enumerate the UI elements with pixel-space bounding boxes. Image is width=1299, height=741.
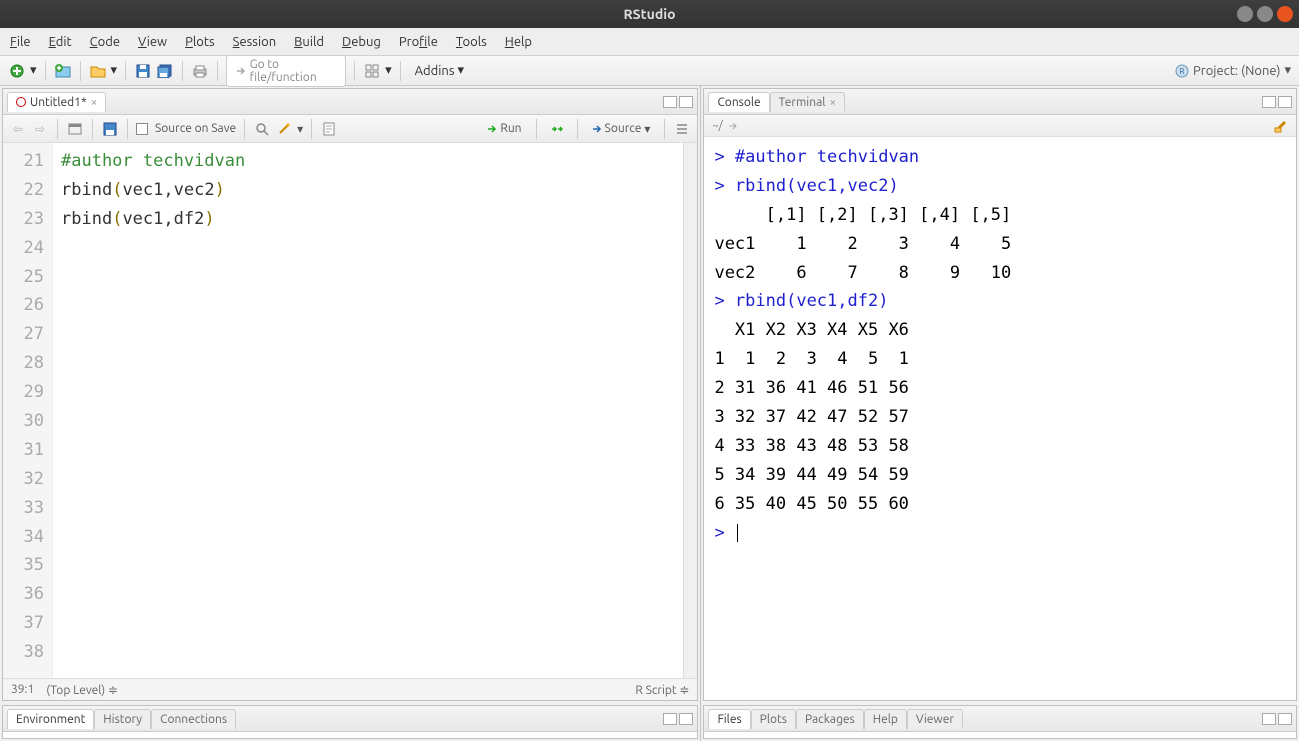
source-arrow-icon xyxy=(592,124,602,134)
tab-plots[interactable]: Plots xyxy=(751,709,796,729)
back-icon[interactable]: ⇦ xyxy=(9,120,27,138)
tab-help[interactable]: Help xyxy=(864,709,907,729)
run-arrow-icon xyxy=(487,124,497,134)
scope-selector[interactable]: (Top Level) ≑ xyxy=(46,683,118,697)
menu-build[interactable]: Build xyxy=(294,35,324,49)
working-dir: ~/ xyxy=(712,120,722,132)
close-icon[interactable] xyxy=(1277,6,1293,22)
source-tab[interactable]: Untitled1* × xyxy=(7,92,106,112)
new-file-icon[interactable] xyxy=(8,62,26,80)
print-icon[interactable] xyxy=(191,62,209,80)
vertical-scrollbar[interactable] xyxy=(683,143,697,678)
menu-file[interactable]: File xyxy=(10,35,31,49)
tab-console[interactable]: Console xyxy=(708,92,769,112)
addins-button[interactable]: Addins ▾ xyxy=(409,61,470,80)
wand-icon[interactable] xyxy=(275,120,293,138)
line-gutter: 21 22 23 24 25 26 27 28 29 30 31 32 33 3… xyxy=(3,143,53,678)
tab-connections[interactable]: Connections xyxy=(151,709,236,729)
open-file-icon[interactable] xyxy=(89,62,107,80)
menu-tools[interactable]: Tools xyxy=(456,35,487,49)
tab-files[interactable]: Files xyxy=(708,709,750,729)
lang-selector[interactable]: R Script ≑ xyxy=(635,683,689,697)
tab-environment[interactable]: Environment xyxy=(7,709,94,729)
maximize-pane-icon[interactable] xyxy=(1278,96,1292,108)
save-all-icon[interactable] xyxy=(156,62,174,80)
run-button[interactable]: Run xyxy=(481,120,527,137)
source-on-save-label: Source on Save xyxy=(155,122,236,135)
project-selector[interactable]: R Project: (None) ▾ xyxy=(1175,63,1291,78)
menu-plots[interactable]: Plots xyxy=(185,35,215,49)
dropdown-icon[interactable]: ▾ xyxy=(385,63,392,78)
cursor-position: 39:1 xyxy=(11,683,34,696)
tab-close-icon[interactable]: × xyxy=(91,96,98,109)
svg-text:R: R xyxy=(1180,67,1185,76)
source-pane: Untitled1* × ⇦ ⇨ Source on Save xyxy=(2,88,698,701)
menu-code[interactable]: Code xyxy=(90,35,120,49)
grid-icon[interactable] xyxy=(363,62,381,80)
minimize-pane-icon[interactable] xyxy=(663,96,677,108)
minimize-pane-icon[interactable] xyxy=(1262,96,1276,108)
dropdown-icon[interactable]: ▾ xyxy=(297,122,303,136)
code-editor[interactable]: 21 22 23 24 25 26 27 28 29 30 31 32 33 3… xyxy=(3,143,697,678)
menubar: File Edit Code View Plots Session Build … xyxy=(0,28,1299,56)
goto-file-input[interactable]: Go to file/function xyxy=(226,55,346,87)
menu-profile[interactable]: Profile xyxy=(399,35,438,49)
minimize-pane-icon[interactable] xyxy=(1262,713,1276,725)
menu-edit[interactable]: Edit xyxy=(49,35,72,49)
menu-debug[interactable]: Debug xyxy=(342,35,381,49)
tab-viewer[interactable]: Viewer xyxy=(907,709,963,729)
maximize-pane-icon[interactable] xyxy=(1278,713,1292,725)
main-toolbar: ▾ ▾ Go to file/function ▾ Addins ▾ R Pro… xyxy=(0,56,1299,86)
console-pane: Console Terminal × ~/ > #author techvidv… xyxy=(703,88,1297,701)
maximize-pane-icon[interactable] xyxy=(679,96,693,108)
source-on-save-checkbox[interactable] xyxy=(136,123,148,135)
save-icon[interactable] xyxy=(134,62,152,80)
clear-console-icon[interactable] xyxy=(1274,119,1288,133)
menu-session[interactable]: Session xyxy=(233,35,276,49)
environment-pane: Environment History Connections xyxy=(2,705,698,739)
maximize-pane-icon[interactable] xyxy=(679,713,693,725)
menu-view[interactable]: View xyxy=(138,35,167,49)
editor-statusbar: 39:1 (Top Level) ≑ R Script ≑ xyxy=(3,678,697,700)
show-in-new-window-icon[interactable] xyxy=(66,120,84,138)
rerun-button[interactable] xyxy=(545,122,569,136)
source-button[interactable]: Source ▾ xyxy=(586,120,657,138)
new-project-icon[interactable] xyxy=(54,62,72,80)
goto-dir-icon[interactable] xyxy=(727,121,739,131)
minimize-icon[interactable] xyxy=(1237,6,1253,22)
dropdown-icon[interactable]: ▾ xyxy=(111,63,118,78)
tab-packages[interactable]: Packages xyxy=(796,709,864,729)
save-icon[interactable] xyxy=(101,120,119,138)
tab-close-icon[interactable]: × xyxy=(829,96,836,109)
files-pane: Files Plots Packages Help Viewer xyxy=(703,705,1297,739)
find-icon[interactable] xyxy=(253,120,271,138)
maximize-icon[interactable] xyxy=(1257,6,1273,22)
tab-history[interactable]: History xyxy=(94,709,151,729)
unsaved-indicator-icon xyxy=(16,97,26,107)
titlebar: RStudio xyxy=(0,0,1299,28)
menu-help[interactable]: Help xyxy=(505,35,532,49)
compile-report-icon[interactable] xyxy=(320,120,338,138)
outline-icon[interactable] xyxy=(673,120,691,138)
dropdown-icon[interactable]: ▾ xyxy=(30,63,37,78)
console-output[interactable]: > #author techvidvan > rbind(vec1,vec2) … xyxy=(704,137,1296,700)
minimize-pane-icon[interactable] xyxy=(663,713,677,725)
goto-arrow-icon xyxy=(235,65,246,77)
window-title: RStudio xyxy=(623,6,675,22)
tab-terminal[interactable]: Terminal × xyxy=(770,92,846,112)
r-project-icon: R xyxy=(1175,64,1189,78)
forward-icon[interactable]: ⇨ xyxy=(31,120,49,138)
